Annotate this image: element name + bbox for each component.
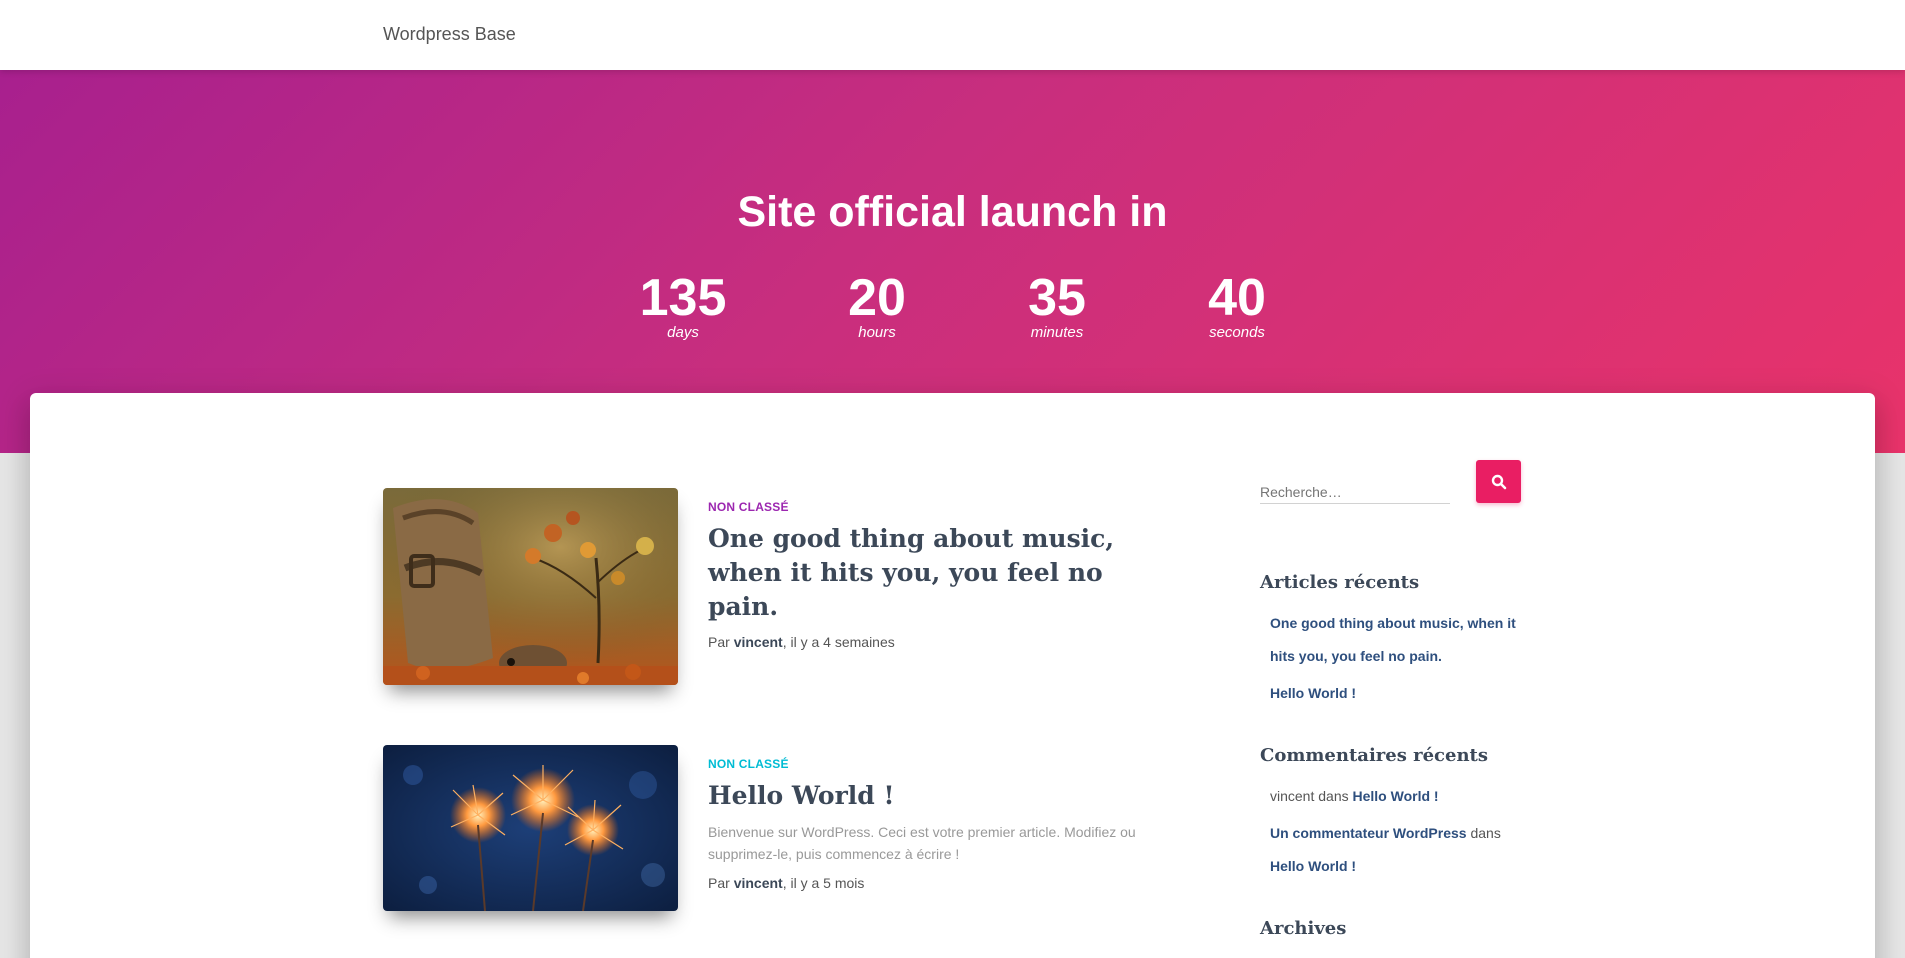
- countdown-days-label: days: [667, 324, 699, 341]
- comment-author: vincent: [1270, 788, 1315, 804]
- post-meta: Par vincent, il y a 5 mois: [708, 875, 1138, 891]
- post-author-link[interactable]: vincent: [734, 634, 783, 650]
- recent-post-link[interactable]: Hello World !: [1270, 685, 1356, 701]
- countdown-minutes-label: minutes: [1030, 324, 1084, 341]
- comment-author-link[interactable]: Un commentateur WordPress: [1270, 825, 1467, 841]
- navbar: Wordpress Base: [0, 0, 1905, 70]
- countdown-hours-label: hours: [858, 324, 896, 341]
- post-body: Non classé Hello World ! Bienvenue sur W…: [708, 745, 1138, 891]
- post-meta-date: , il y a 4 semaines: [782, 634, 895, 650]
- post-title-link[interactable]: One good thing about music, when it hits…: [708, 522, 1138, 624]
- countdown-minutes-value: 35: [1028, 269, 1086, 327]
- post-meta-prefix: Par: [708, 634, 734, 650]
- recent-post-link[interactable]: One good thing about music, when it hits…: [1270, 615, 1516, 664]
- post-card: Non classé Hello World ! Bienvenue sur W…: [383, 745, 1143, 925]
- post-body: Non classé One good thing about music, w…: [708, 488, 1138, 650]
- site-brand-link[interactable]: Wordpress Base: [383, 24, 516, 45]
- sparklers-photo: [383, 745, 678, 911]
- countdown-seconds-label: seconds: [1209, 324, 1265, 341]
- post-meta-date: , il y a 5 mois: [782, 875, 865, 891]
- search-button[interactable]: [1476, 460, 1521, 503]
- comment-connector: dans: [1314, 788, 1353, 804]
- post-thumbnail-link[interactable]: [383, 745, 678, 911]
- list-item: vincent dans Hello World !: [1270, 780, 1520, 813]
- hero-title: Site official launch in: [737, 188, 1168, 236]
- countdown-hours-value: 20: [848, 269, 906, 327]
- comment-post-link[interactable]: Hello World !: [1353, 788, 1439, 804]
- post-category-link[interactable]: Non classé: [708, 500, 1138, 514]
- hedgehog-autumn-photo: [383, 488, 678, 685]
- post-title-link[interactable]: Hello World !: [708, 779, 1138, 813]
- countdown-seconds: 40 seconds: [1167, 270, 1307, 340]
- post-meta: Par vincent, il y a 4 semaines: [708, 634, 1138, 650]
- list-item: One good thing about music, when it hits…: [1270, 607, 1520, 673]
- comment-connector: dans: [1466, 825, 1501, 841]
- post-meta-prefix: Par: [708, 875, 734, 891]
- countdown-days-value: 135: [639, 269, 727, 327]
- list-item: Hello World !: [1270, 677, 1520, 710]
- post-excerpt: Bienvenue sur WordPress. Ceci est votre …: [708, 824, 1136, 862]
- search-input[interactable]: [1260, 480, 1450, 504]
- countdown-minutes: 35 minutes: [987, 270, 1127, 340]
- list-item: Un commentateur WordPress dans Hello Wor…: [1270, 817, 1520, 883]
- recent-posts-list: One good thing about music, when it hits…: [1270, 607, 1520, 710]
- post-thumbnail-link[interactable]: [383, 488, 678, 685]
- archives-title: Archives: [1260, 918, 1347, 939]
- countdown-seconds-value: 40: [1208, 269, 1266, 327]
- recent-comments-title: Commentaires récents: [1260, 745, 1488, 766]
- search-icon: [1491, 474, 1506, 489]
- comment-post-link[interactable]: Hello World !: [1270, 858, 1356, 874]
- countdown-days: 135 days: [613, 270, 753, 340]
- countdown-hours: 20 hours: [807, 270, 947, 340]
- recent-comments-list: vincent dans Hello World ! Un commentate…: [1270, 780, 1520, 883]
- recent-posts-title: Articles récents: [1260, 572, 1420, 593]
- post-author-link[interactable]: vincent: [734, 875, 783, 891]
- post-card: Non classé One good thing about music, w…: [383, 488, 1143, 688]
- post-category-link[interactable]: Non classé: [708, 757, 1138, 771]
